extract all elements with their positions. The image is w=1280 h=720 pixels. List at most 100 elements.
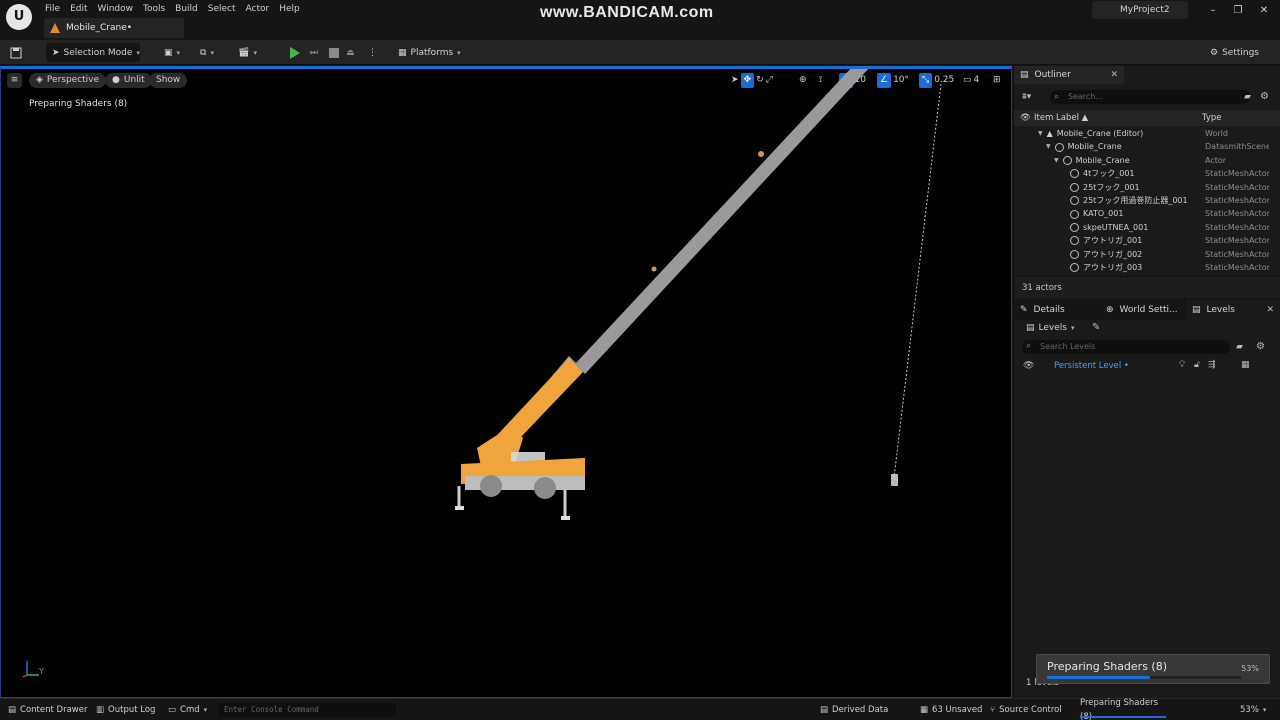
- lightbulb-icon[interactable]: 💡︎: [1179, 360, 1185, 370]
- cmd-label: Cmd: [180, 705, 200, 715]
- console-placeholder: Enter Console Command: [224, 705, 319, 714]
- outliner-icon: ▤: [1020, 70, 1029, 80]
- menu-actor[interactable]: Actor: [245, 2, 279, 16]
- derived-data-button[interactable]: ▤ Derived Data: [820, 703, 888, 717]
- cmd-dropdown[interactable]: ▭ Cmd ▾: [168, 703, 207, 717]
- eye-icon[interactable]: 👁︎: [1020, 110, 1031, 126]
- project-name: MyProject2: [1092, 1, 1188, 19]
- source-control-icon: ⑂: [990, 705, 996, 715]
- tab-levels[interactable]: ▤ Levels ✕: [1186, 300, 1280, 320]
- platforms-dropdown[interactable]: ▦ Platforms ▾: [398, 43, 461, 62]
- outliner-tree: ▼ ▲ Mobile_Crane (Editor) World ▼ Mobile_Cra…: [1014, 127, 1280, 274]
- outliner-search-input[interactable]: Search...: [1050, 90, 1250, 104]
- blueprint-icon: ⧉: [200, 47, 207, 58]
- tab-world-settings[interactable]: ⊕ World Setti...: [1100, 300, 1178, 320]
- blueprint-button[interactable]: ⧉ ▾: [200, 43, 214, 62]
- levels-search-input[interactable]: Search Levels: [1022, 340, 1230, 354]
- levels-search-placeholder: Search Levels: [1040, 342, 1096, 351]
- tab-details[interactable]: ✎ Details: [1014, 300, 1065, 320]
- world-icon: ▲: [1046, 129, 1053, 138]
- levels-dropdown[interactable]: ▤ Levels ▾: [1026, 323, 1074, 333]
- chevron-down-icon: ▾: [136, 48, 140, 57]
- row-type: StaticMeshActor: [1205, 169, 1269, 179]
- item-label-column[interactable]: Item Label ▲: [1034, 110, 1088, 126]
- row-type: Actor: [1205, 155, 1227, 165]
- save-icon[interactable]: [10, 43, 22, 62]
- shader-progress-status[interactable]: Preparing Shaders (8): [1076, 698, 1166, 720]
- outliner-tab[interactable]: ▤ Outliner ✕: [1014, 66, 1124, 84]
- level-viewport[interactable]: ≡ ◈ Perspective ● Unlit Show Preparing S…: [0, 66, 1012, 698]
- tree-row[interactable]: 4tフック_001 StaticMeshActor: [1014, 167, 1280, 180]
- add-folder-icon[interactable]: ▰: [1244, 92, 1251, 102]
- stop-button[interactable]: [329, 43, 339, 62]
- output-log-button[interactable]: ▥ Output Log: [96, 703, 155, 717]
- close-tab-icon[interactable]: ✕: [1266, 305, 1274, 315]
- menu-help[interactable]: Help: [278, 2, 309, 16]
- menu-file[interactable]: File: [44, 2, 69, 16]
- tree-row[interactable]: アウトリガ_002 StaticMeshActor: [1014, 248, 1280, 261]
- blueprint-icon[interactable]: ▦: [1241, 360, 1250, 370]
- settings-button[interactable]: ⚙ Settings: [1210, 43, 1259, 62]
- selection-mode-dropdown[interactable]: ➤ Selection Mode ▾: [46, 43, 140, 62]
- tree-row[interactable]: ▼ ▲ Mobile_Crane (Editor) World: [1014, 127, 1280, 140]
- tree-row[interactable]: 25tフック用過巻防止器_001 StaticMeshActor: [1014, 194, 1280, 207]
- gear-icon[interactable]: ⚙: [1260, 91, 1269, 102]
- maximize-icon[interactable]: ❐: [1231, 4, 1245, 18]
- expand-arrow-icon[interactable]: ▼: [1038, 127, 1043, 140]
- add-level-icon[interactable]: ▰: [1236, 342, 1243, 352]
- crane-body: [455, 426, 585, 520]
- persistent-level-item[interactable]: Persistent Level •: [1054, 361, 1129, 371]
- axis-gizmo: Y: [19, 657, 49, 681]
- tree-row[interactable]: ▼ Mobile_Crane Actor: [1014, 154, 1280, 167]
- menu-select[interactable]: Select: [207, 2, 245, 16]
- add-cube-icon: ▣: [164, 47, 173, 58]
- actor-icon: [1054, 142, 1064, 152]
- row-label: 25tフック_001: [1083, 182, 1140, 192]
- unsaved-button[interactable]: ▦ 63 Unsaved: [920, 703, 982, 717]
- type-column[interactable]: Type: [1202, 110, 1222, 126]
- menu-build[interactable]: Build: [174, 2, 207, 16]
- console-command-input[interactable]: Enter Console Command: [218, 703, 396, 717]
- play-button[interactable]: [290, 43, 300, 62]
- menu-tools[interactable]: Tools: [142, 2, 174, 16]
- row-label: Mobile_Crane: [1075, 155, 1130, 165]
- unreal-logo-icon[interactable]: U: [6, 4, 32, 30]
- expand-arrow-icon[interactable]: ▼: [1046, 140, 1051, 153]
- source-control-button[interactable]: ⑂ Source Control: [990, 703, 1062, 717]
- actor-icon: [1062, 155, 1072, 165]
- unsaved-label: 63 Unsaved: [932, 705, 983, 715]
- main-menu: File Edit Window Tools Build Select Acto…: [44, 2, 309, 16]
- platforms-label: Platforms: [410, 47, 454, 58]
- menu-edit[interactable]: Edit: [69, 2, 96, 16]
- close-icon[interactable]: ✕: [1257, 4, 1271, 18]
- menu-window[interactable]: Window: [97, 2, 143, 16]
- content-drawer-button[interactable]: ▤ Content Drawer: [8, 703, 87, 717]
- tree-row[interactable]: skpeUTNEA_001 StaticMeshActor: [1014, 221, 1280, 234]
- eject-button[interactable]: ⏏: [346, 43, 355, 62]
- add-actor-button[interactable]: ▣ ▾: [164, 43, 180, 62]
- crane-boom: [487, 69, 869, 458]
- row-label: Mobile_Crane (Editor): [1056, 129, 1144, 138]
- expand-arrow-icon[interactable]: ▼: [1054, 154, 1059, 167]
- recorder-watermark: www.BANDICAM.com: [540, 4, 714, 21]
- lock-icon[interactable]: 🔓︎: [1194, 360, 1200, 370]
- progress-percent-dropdown[interactable]: 53% ▾: [1240, 703, 1266, 717]
- tree-row[interactable]: KATO_001 StaticMeshActor: [1014, 207, 1280, 220]
- filter-icon[interactable]: ⩩▾: [1022, 92, 1031, 102]
- tree-row[interactable]: 25tフック_001 StaticMeshActor: [1014, 181, 1280, 194]
- chevron-down-icon: ▾: [457, 48, 461, 57]
- tree-row[interactable]: アウトリガ_001 StaticMeshActor: [1014, 234, 1280, 247]
- cinematics-button[interactable]: 🎬︎ ▾: [238, 43, 257, 62]
- level-actions-icon[interactable]: ⇶: [1208, 360, 1216, 370]
- skip-button[interactable]: ⏭: [310, 43, 318, 62]
- visibility-eye-icon[interactable]: 👁︎: [1023, 361, 1034, 371]
- main-toolbar: ➤ Selection Mode ▾ ▣ ▾ ⧉ ▾ 🎬︎ ▾ ⏭ ⏏ ⋮ ▦ Pla…: [0, 40, 1280, 65]
- gear-icon[interactable]: ⚙: [1256, 341, 1265, 352]
- tree-row[interactable]: ▼ Mobile_Crane DatasmithScene: [1014, 140, 1280, 153]
- level-document-tab[interactable]: Mobile_Crane•: [44, 18, 184, 38]
- minimize-icon[interactable]: –: [1206, 4, 1220, 18]
- tree-row[interactable]: アウトリガ_003 StaticMeshActor: [1014, 261, 1280, 274]
- close-tab-icon[interactable]: ✕: [1110, 70, 1118, 80]
- edit-pencil-icon[interactable]: ✎: [1092, 322, 1100, 333]
- play-options-button[interactable]: ⋮: [368, 43, 377, 62]
